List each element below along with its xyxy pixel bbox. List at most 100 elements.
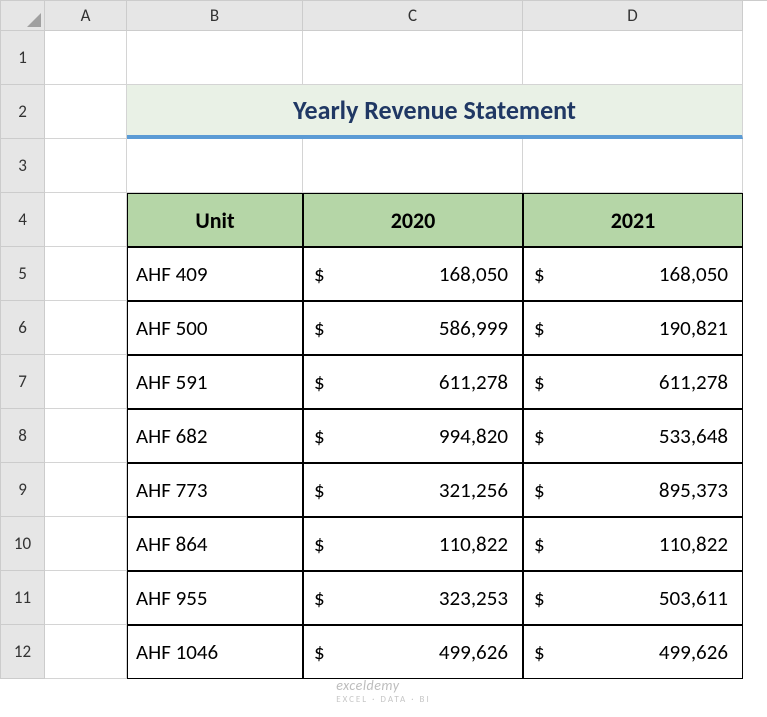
cell-2020[interactable]: $168,050 — [303, 247, 523, 301]
cell-A12[interactable] — [45, 625, 127, 679]
currency-symbol: $ — [314, 531, 325, 557]
select-all-corner[interactable] — [1, 1, 45, 31]
cell-value: 586,999 — [325, 315, 508, 341]
cell-A9[interactable] — [45, 463, 127, 517]
col-header-D[interactable]: D — [523, 1, 743, 31]
cell-value: 190,821 — [545, 315, 728, 341]
watermark-sub: EXCEL · DATA · BI — [336, 694, 430, 705]
cell-2021[interactable]: $503,611 — [523, 571, 743, 625]
cell-2021[interactable]: $533,648 — [523, 409, 743, 463]
cell-unit[interactable]: AHF 500 — [127, 301, 303, 355]
currency-symbol: $ — [534, 585, 545, 611]
cell-unit[interactable]: AHF 682 — [127, 409, 303, 463]
col-header-B[interactable]: B — [127, 1, 303, 31]
currency-symbol: $ — [314, 369, 325, 395]
col-header-A[interactable]: A — [45, 1, 127, 31]
currency-symbol: $ — [534, 369, 545, 395]
cell-value: 110,822 — [325, 531, 508, 557]
cell-2020[interactable]: $110,822 — [303, 517, 523, 571]
cell-A2[interactable] — [45, 85, 127, 139]
cell-unit[interactable]: AHF 955 — [127, 571, 303, 625]
table-header-2020[interactable]: 2020 — [303, 193, 523, 247]
row-header-3[interactable]: 3 — [1, 139, 45, 193]
row-header-8[interactable]: 8 — [1, 409, 45, 463]
currency-symbol: $ — [314, 639, 325, 665]
currency-symbol: $ — [534, 315, 545, 341]
cell-B3[interactable] — [127, 139, 303, 193]
row-header-6[interactable]: 6 — [1, 301, 45, 355]
cell-A3[interactable] — [45, 139, 127, 193]
cell-A1[interactable] — [45, 31, 127, 85]
cell-A8[interactable] — [45, 409, 127, 463]
page-title: Yearly Revenue Statement — [293, 94, 576, 126]
cell-D1[interactable] — [523, 31, 743, 85]
col-header-C[interactable]: C — [303, 1, 523, 31]
cell-2021[interactable]: $499,626 — [523, 625, 743, 679]
cell-unit[interactable]: AHF 1046 — [127, 625, 303, 679]
cell-unit[interactable]: AHF 409 — [127, 247, 303, 301]
currency-symbol: $ — [534, 531, 545, 557]
table-header-unit[interactable]: Unit — [127, 193, 303, 247]
row-header-1[interactable]: 1 — [1, 31, 45, 85]
cell-2020[interactable]: $323,253 — [303, 571, 523, 625]
cell-value: 323,253 — [325, 585, 508, 611]
row-header-5[interactable]: 5 — [1, 247, 45, 301]
cell-A11[interactable] — [45, 571, 127, 625]
row-header-4[interactable]: 4 — [1, 193, 45, 247]
currency-symbol: $ — [534, 261, 545, 287]
cell-value: 110,822 — [545, 531, 728, 557]
cell-unit[interactable]: AHF 864 — [127, 517, 303, 571]
title-cell[interactable]: Yearly Revenue Statement — [127, 85, 743, 139]
watermark: exceldemy EXCEL · DATA · BI — [336, 677, 430, 705]
cell-value: 611,278 — [545, 369, 728, 395]
currency-symbol: $ — [314, 423, 325, 449]
cell-value: 499,626 — [545, 639, 728, 665]
cell-2021[interactable]: $611,278 — [523, 355, 743, 409]
cell-value: 503,611 — [545, 585, 728, 611]
cell-value: 168,050 — [545, 261, 728, 287]
cell-A10[interactable] — [45, 517, 127, 571]
cell-2020[interactable]: $586,999 — [303, 301, 523, 355]
cell-value: 994,820 — [325, 423, 508, 449]
row-header-9[interactable]: 9 — [1, 463, 45, 517]
currency-symbol: $ — [534, 423, 545, 449]
cell-2020[interactable]: $994,820 — [303, 409, 523, 463]
currency-symbol: $ — [314, 477, 325, 503]
cell-2020[interactable]: $321,256 — [303, 463, 523, 517]
cell-unit[interactable]: AHF 773 — [127, 463, 303, 517]
cell-2021[interactable]: $895,373 — [523, 463, 743, 517]
cell-value: 168,050 — [325, 261, 508, 287]
currency-symbol: $ — [314, 261, 325, 287]
cell-value: 611,278 — [325, 369, 508, 395]
row-header-12[interactable]: 12 — [1, 625, 45, 679]
row-header-10[interactable]: 10 — [1, 517, 45, 571]
watermark-main: exceldemy — [336, 677, 399, 694]
cell-2021[interactable]: $190,821 — [523, 301, 743, 355]
row-header-7[interactable]: 7 — [1, 355, 45, 409]
currency-symbol: $ — [314, 585, 325, 611]
cell-C1[interactable] — [303, 31, 523, 85]
currency-symbol: $ — [534, 477, 545, 503]
cell-value: 895,373 — [545, 477, 728, 503]
cell-B1[interactable] — [127, 31, 303, 85]
row-header-11[interactable]: 11 — [1, 571, 45, 625]
cell-value: 533,648 — [545, 423, 728, 449]
cell-2020[interactable]: $499,626 — [303, 625, 523, 679]
cell-2021[interactable]: $110,822 — [523, 517, 743, 571]
cell-2020[interactable]: $611,278 — [303, 355, 523, 409]
cell-A7[interactable] — [45, 355, 127, 409]
row-header-2[interactable]: 2 — [1, 85, 45, 139]
currency-symbol: $ — [314, 315, 325, 341]
cell-value: 499,626 — [325, 639, 508, 665]
cell-C3[interactable] — [303, 139, 523, 193]
cell-value: 321,256 — [325, 477, 508, 503]
cell-A6[interactable] — [45, 301, 127, 355]
cell-unit[interactable]: AHF 591 — [127, 355, 303, 409]
currency-symbol: $ — [534, 639, 545, 665]
cell-A5[interactable] — [45, 247, 127, 301]
cell-A4[interactable] — [45, 193, 127, 247]
cell-D3[interactable] — [523, 139, 743, 193]
cell-2021[interactable]: $168,050 — [523, 247, 743, 301]
spreadsheet-grid: A B C D 1 2 Yearly Revenue Statement 3 4… — [0, 0, 767, 679]
table-header-2021[interactable]: 2021 — [523, 193, 743, 247]
